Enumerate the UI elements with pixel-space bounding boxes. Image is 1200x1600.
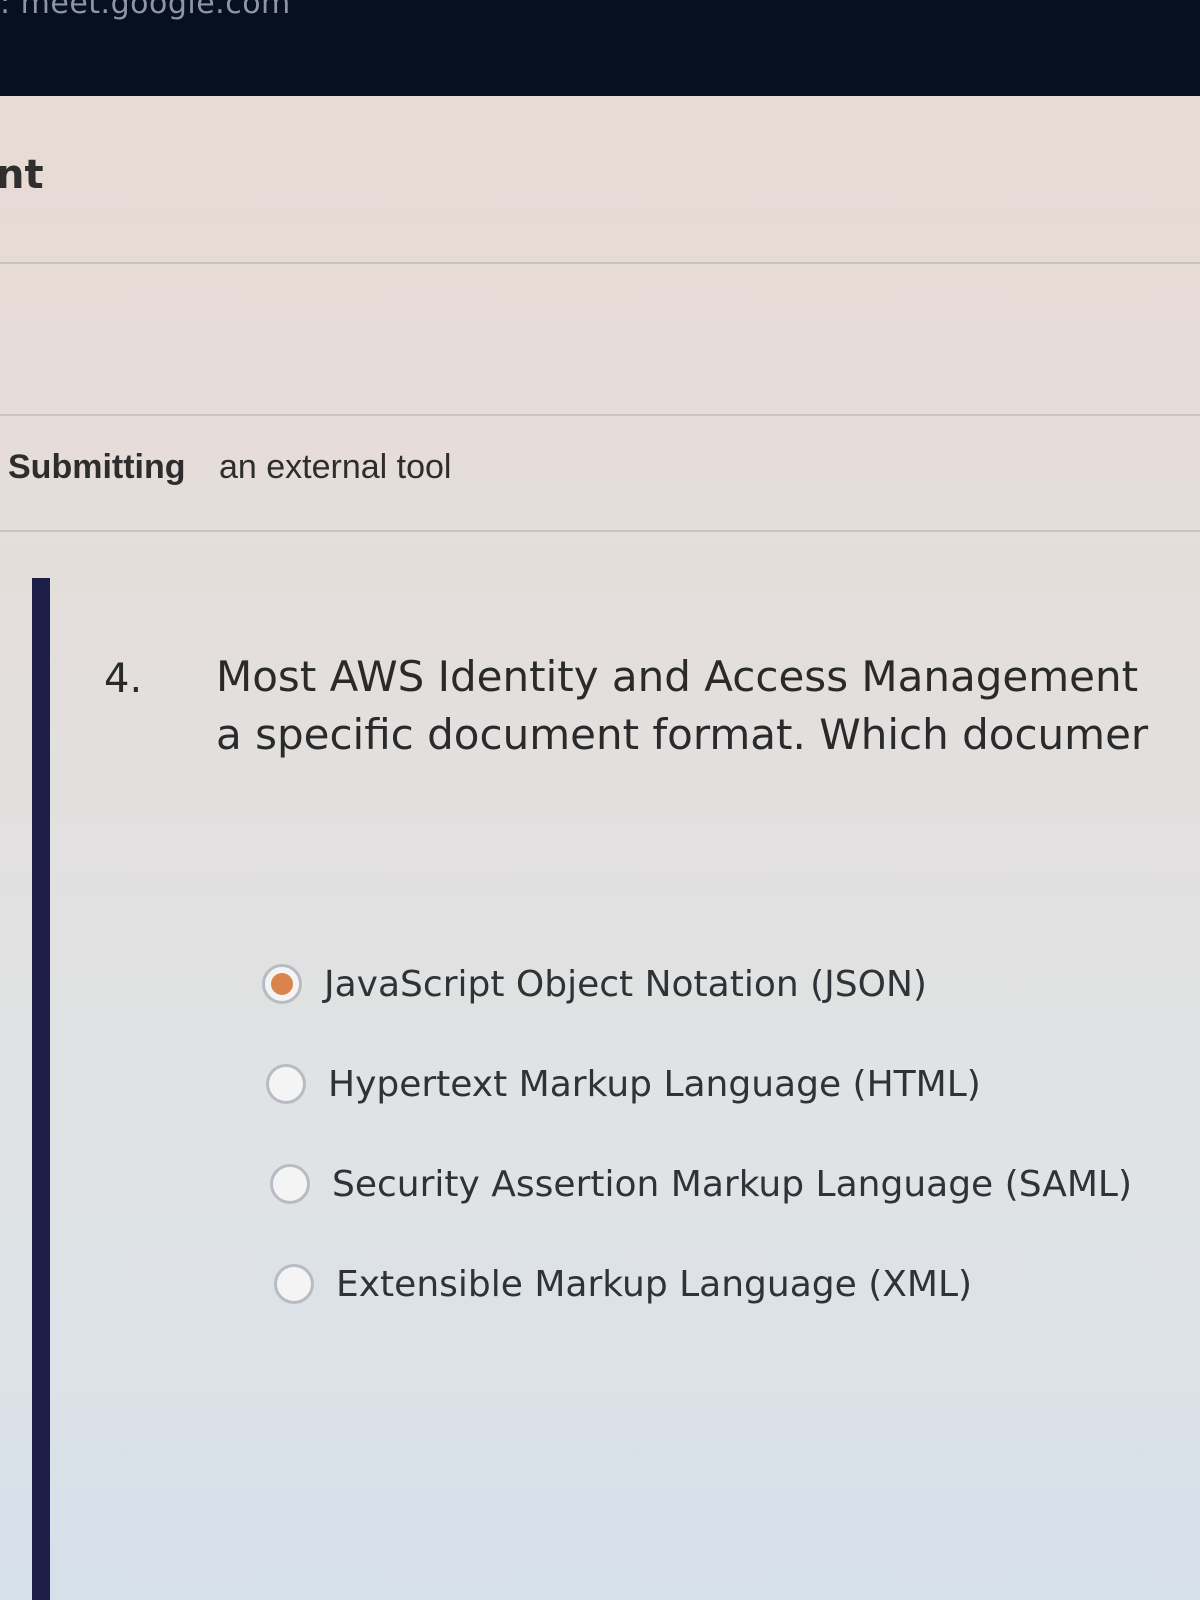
answer-options: JavaScript Object Notation (JSON) Hypert… (262, 934, 1132, 1334)
divider (0, 414, 1200, 416)
answer-option-xml[interactable]: Extensible Markup Language (XML) (274, 1234, 1132, 1334)
radio-button-selected[interactable] (262, 964, 302, 1004)
browser-top-bar: : meet.google.com (0, 0, 1200, 96)
question-text-line: Most AWS Identity and Access Management (216, 652, 1139, 701)
answer-option-json[interactable]: JavaScript Object Notation (JSON) (262, 934, 1132, 1034)
divider (0, 262, 1200, 264)
radio-button[interactable] (270, 1164, 310, 1204)
divider (0, 530, 1200, 532)
question-text-line: a specific document format. Which docume… (216, 710, 1149, 759)
nav-title-fragment: nt (0, 152, 44, 198)
option-label[interactable]: Hypertext Markup Language (HTML) (328, 1064, 981, 1105)
option-label[interactable]: Security Assertion Markup Language (SAML… (332, 1164, 1132, 1205)
answer-option-html[interactable]: Hypertext Markup Language (HTML) (266, 1034, 1132, 1134)
option-label[interactable]: JavaScript Object Notation (JSON) (324, 964, 927, 1005)
submission-type-row: Submitting an external tool (8, 448, 451, 487)
question-text: Most AWS Identity and Access Management … (216, 648, 1200, 764)
answer-option-saml[interactable]: Security Assertion Markup Language (SAML… (270, 1134, 1132, 1234)
question-number: 4. (104, 656, 143, 702)
question-accent-bar (32, 578, 50, 1600)
submission-label: Submitting (8, 448, 186, 486)
radio-button[interactable] (266, 1064, 306, 1104)
submission-value: an external tool (218, 448, 452, 486)
option-label[interactable]: Extensible Markup Language (XML) (336, 1264, 972, 1305)
url-text[interactable]: : meet.google.com (0, 0, 291, 21)
radio-button[interactable] (274, 1264, 314, 1304)
